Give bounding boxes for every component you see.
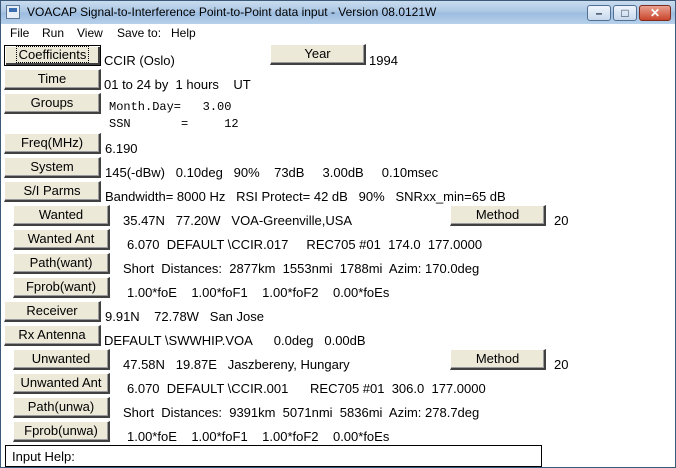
year-value: 1994 (369, 53, 398, 68)
close-icon: ✕ (649, 6, 661, 20)
unwanted-value: 47.58N 19.87E Jaszbereny, Hungary (123, 357, 350, 372)
coefficients-value: CCIR (Oslo) (104, 53, 175, 68)
path-unwa-value: Short Distances: 9391km 5071nmi 5836mi A… (123, 405, 480, 420)
path-want-button[interactable]: Path(want) (13, 253, 110, 274)
unwanted-ant-button[interactable]: Unwanted Ant (13, 373, 110, 394)
time-value: 01 to 24 by 1 hours UT (104, 77, 251, 92)
wanted-ant-value: 6.070 DEFAULT \CCIR.017 REC705 #01 174.0… (127, 237, 483, 252)
system-button[interactable]: System (4, 157, 101, 178)
groups-button[interactable]: Groups (4, 93, 101, 114)
close-button[interactable]: ✕ (639, 5, 671, 21)
main-window: VOACAP Signal-to-Interference Point-to-P… (0, 0, 676, 468)
year-button[interactable]: Year (270, 44, 366, 65)
path-want-value: Short Distances: 2877km 1553nmi 1788mi A… (123, 261, 480, 276)
menu-save-to[interactable]: Save to: (117, 26, 161, 40)
menu-run[interactable]: Run (42, 26, 64, 40)
menu-file[interactable]: File (10, 26, 29, 40)
ssn-value: SSN = 12 (109, 117, 239, 131)
time-button[interactable]: Time (4, 69, 101, 90)
fprob-want-button[interactable]: Fprob(want) (13, 277, 110, 298)
window-title: VOACAP Signal-to-Interference Point-to-P… (27, 5, 437, 19)
minimize-icon: – (595, 6, 603, 20)
path-unwa-button[interactable]: Path(unwa) (13, 397, 110, 418)
freq-button[interactable]: Freq(MHz) (4, 133, 101, 154)
menu-view[interactable]: View (77, 26, 103, 40)
wanted-value: 35.47N 77.20W VOA-Greenville,USA (123, 213, 353, 228)
month-day-value: Month.Day= 3.00 (109, 100, 232, 114)
receiver-value: 9.91N 72.78W San Jose (105, 309, 264, 324)
method-button-wanted[interactable]: Method (450, 205, 546, 226)
rx-antenna-button[interactable]: Rx Antenna (4, 325, 101, 346)
app-icon (6, 5, 20, 19)
rx-antenna-value: DEFAULT \SWWHIP.VOA 0.0deg 0.00dB (104, 333, 366, 348)
wanted-button[interactable]: Wanted (13, 205, 110, 226)
method-value-unwanted: 20 (554, 357, 569, 372)
fprob-want-value: 1.00*foE 1.00*foF1 1.00*foF2 0.00*foEs (127, 285, 390, 300)
input-help-box: Input Help: (5, 445, 542, 467)
maximize-button[interactable]: □ (613, 5, 637, 21)
menu-bar: File Run View Save to: Help (1, 24, 675, 43)
fprob-unwa-button[interactable]: Fprob(unwa) (13, 421, 110, 442)
minimize-button[interactable]: – (587, 5, 611, 21)
coefficients-button[interactable]: Coefficients (4, 45, 101, 66)
unwanted-button[interactable]: Unwanted (13, 349, 110, 370)
title-bar[interactable]: VOACAP Signal-to-Interference Point-to-P… (1, 1, 675, 25)
unwanted-ant-value: 6.070 DEFAULT \CCIR.001 REC705 #01 306.0… (127, 381, 486, 396)
method-button-unwanted[interactable]: Method (450, 349, 546, 370)
wanted-ant-button[interactable]: Wanted Ant (13, 229, 110, 250)
receiver-button[interactable]: Receiver (4, 301, 101, 322)
freq-value: 6.190 (105, 141, 138, 156)
si-parms-button[interactable]: S/I Parms (4, 181, 101, 202)
menu-help[interactable]: Help (171, 26, 196, 40)
si-parms-value: Bandwidth= 8000 Hz RSI Protect= 42 dB 90… (105, 189, 506, 204)
method-value-wanted: 20 (554, 213, 569, 228)
system-value: 145(-dBw) 0.10deg 90% 73dB 3.00dB 0.10ms… (105, 165, 439, 180)
fprob-unwa-value: 1.00*foE 1.00*foF1 1.00*foF2 0.00*foEs (127, 429, 390, 444)
maximize-icon: □ (621, 6, 629, 20)
input-help-label: Input Help: (12, 449, 75, 464)
